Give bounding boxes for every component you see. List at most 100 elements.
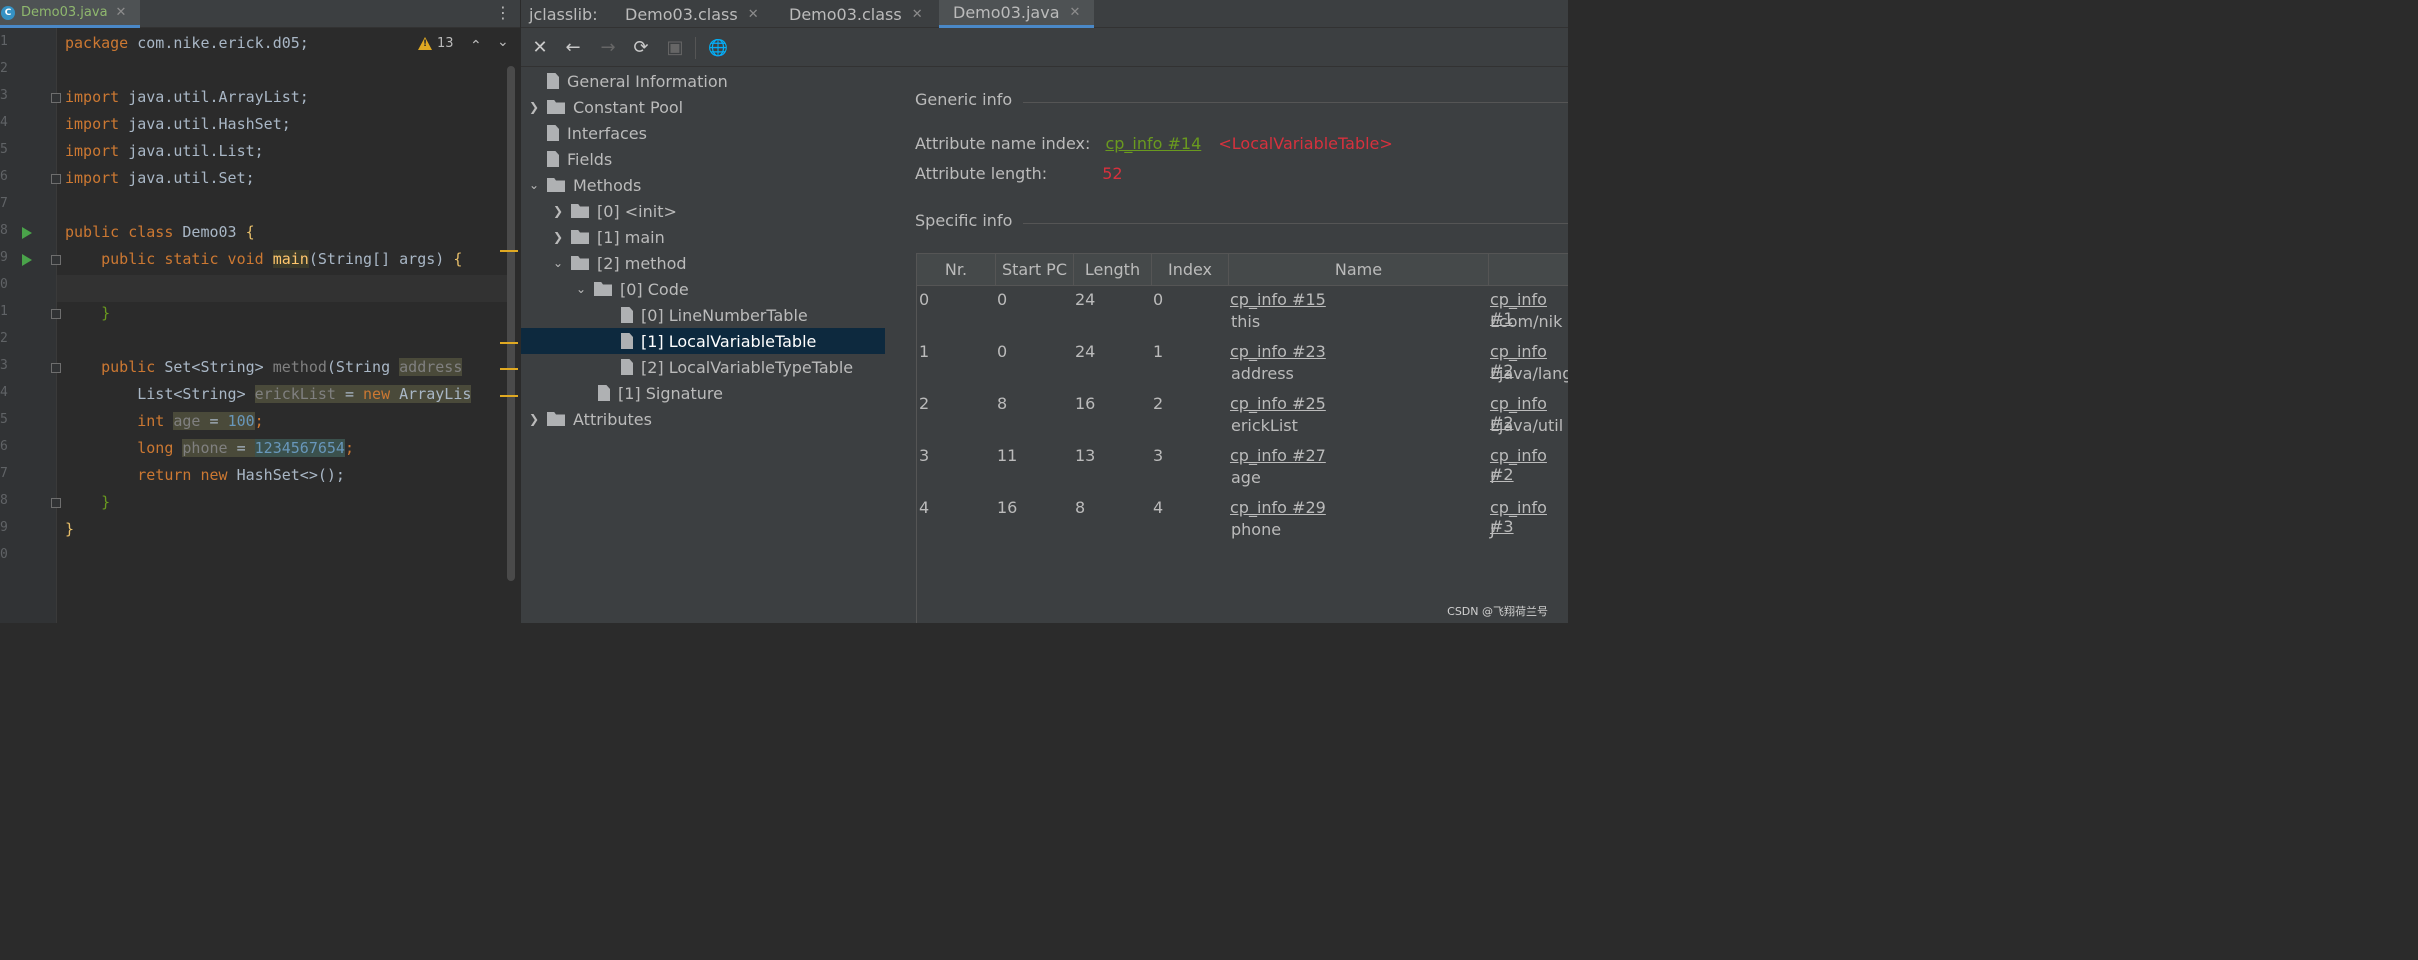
tree-item-method-init[interactable]: ❯ [0] <init> [551,198,677,224]
code-line: } [65,520,75,538]
code-line: } [65,304,111,322]
tree-item-general-info[interactable]: General Information [527,68,728,94]
cell-name: erickList [1231,416,1298,435]
chevron-down-icon[interactable]: ⌄ [574,282,588,296]
cell-index: 0 [1153,290,1164,309]
chevron-down-icon[interactable]: ⌄ [551,256,565,270]
fold-icon[interactable] [51,174,61,184]
cp-info-link[interactable]: cp_info #27 [1230,446,1326,465]
close-icon[interactable]: ✕ [748,7,759,22]
cp-info-link[interactable]: cp_info #15 [1230,290,1326,309]
column-header[interactable]: Name [1229,254,1489,286]
back-icon[interactable]: ← [562,37,584,59]
tab-demo03-java[interactable]: Demo03.java ✕ [939,0,1095,28]
chevron-right-icon[interactable]: ❯ [551,230,565,244]
code-line: import java.util.Set; [65,169,255,187]
cell-start-pc: 0 [997,290,1008,309]
cell-start-pc: 11 [997,446,1018,465]
column-header[interactable]: Start PC [996,254,1074,286]
code-line: import java.util.HashSet; [65,115,291,133]
warnings-indicator[interactable]: 13 [418,36,454,51]
column-header[interactable]: Index [1152,254,1229,286]
folder-icon [571,256,589,270]
folder-icon [594,282,612,296]
cell-index: 2 [1153,394,1164,413]
tree-item-attributes[interactable]: ❯ Attributes [527,406,652,432]
line-number: 8 [0,493,8,508]
cp-info-link[interactable]: cp_info #14 [1105,134,1201,153]
file-icon [547,151,559,167]
cp-info-link[interactable]: cp_info #3 [1490,498,1568,536]
local-variable-table: Nr. Start PC Length Index Name 0 0 24 0 … [916,253,1568,623]
chevron-down-icon[interactable]: ⌄ [497,34,509,50]
fold-icon[interactable] [51,363,61,373]
code-line: List<String> erickList = new ArrayLis [65,385,472,403]
tree-item-methods[interactable]: ⌄ Methods [527,172,641,198]
cell-length: 16 [1075,394,1096,413]
run-icon[interactable] [22,254,32,266]
tab-label: jclasslib: [529,4,598,24]
close-icon[interactable]: ✕ [1070,5,1081,20]
java-class-icon: C [1,5,15,20]
tab-label: Demo03.java [953,3,1060,22]
fold-icon[interactable] [51,93,61,103]
cp-info-link[interactable]: cp_info #23 [1230,342,1326,361]
editor-scrollbar[interactable] [507,66,515,581]
fold-icon[interactable] [51,309,61,319]
fold-icon[interactable] [51,498,61,508]
column-header-descriptor[interactable] [1489,254,1568,286]
cell-nr: 1 [919,342,930,361]
close-icon[interactable]: ✕ [529,37,551,59]
tab-demo03-class-2[interactable]: Demo03.class ✕ [789,0,923,28]
cp-info-link[interactable]: cp_info #2 [1490,446,1568,484]
code-line: public Set<String> method(String address [65,358,463,376]
cp-info-link[interactable]: cp_info #25 [1230,394,1326,413]
warning-icon [418,37,432,50]
folder-icon [571,204,589,218]
cell-start-pc: 8 [997,394,1008,413]
line-number: 6 [0,169,8,184]
refresh-icon[interactable]: ⟳ [630,37,652,59]
run-icon[interactable] [22,227,32,239]
tab-demo03-class-1[interactable]: Demo03.class ✕ [625,0,759,28]
editor-tab-demo03-java[interactable]: C Demo03.java ✕ [0,0,140,28]
tree-item-local-variable-type-table[interactable]: [2] LocalVariableTypeTable [601,354,853,380]
error-stripe-mark[interactable] [500,250,518,252]
tree-item-interfaces[interactable]: Interfaces [527,120,647,146]
more-options-icon[interactable]: ⋮ [495,3,511,25]
column-header[interactable]: Nr. [917,254,996,286]
chevron-down-icon[interactable]: ⌄ [527,178,541,192]
chevron-right-icon[interactable]: ❯ [551,204,565,218]
cell-descriptor: Ljava/lang [1490,364,1568,383]
attribute-length-label: Attribute length: [915,164,1048,183]
code-line: public static void main(String[] args) { [65,250,463,268]
code-area[interactable]: package com.nike.erick.d05; import java.… [65,28,510,623]
cp-info-link[interactable]: cp_info #29 [1230,498,1326,517]
tree-item-line-number-table[interactable]: [0] LineNumberTable [601,302,808,328]
tree-item-fields[interactable]: Fields [527,146,612,172]
chevron-right-icon[interactable]: ❯ [527,100,541,114]
attribute-length-value: 52 [1102,164,1123,183]
save-icon[interactable]: ▣ [664,37,686,59]
forward-icon[interactable]: → [597,37,619,59]
close-icon[interactable]: ✕ [912,7,923,22]
column-header[interactable]: Length [1074,254,1152,286]
tree-item-code[interactable]: ⌄ [0] Code [574,276,689,302]
error-stripe-mark[interactable] [500,342,518,344]
cell-name: phone [1231,520,1282,539]
file-icon [598,385,610,401]
chevron-right-icon[interactable]: ❯ [527,412,541,426]
close-icon[interactable]: ✕ [116,5,127,20]
code-line: package com.nike.erick.d05; [65,34,309,52]
tree-item-signature[interactable]: [1] Signature [578,380,723,406]
tree-item-local-variable-table[interactable]: [1] LocalVariableTable [521,328,885,354]
tree-item-method-main[interactable]: ❯ [1] main [551,224,665,250]
line-number: 0 [0,547,8,562]
error-stripe-mark[interactable] [500,368,518,370]
tree-item-method-method[interactable]: ⌄ [2] method [551,250,687,276]
fold-icon[interactable] [51,255,61,265]
web-icon[interactable]: 🌐 [707,37,729,59]
chevron-up-icon[interactable]: ⌃ [470,38,482,54]
error-stripe-mark[interactable] [500,395,518,397]
tree-item-constant-pool[interactable]: ❯ Constant Pool [527,94,683,120]
